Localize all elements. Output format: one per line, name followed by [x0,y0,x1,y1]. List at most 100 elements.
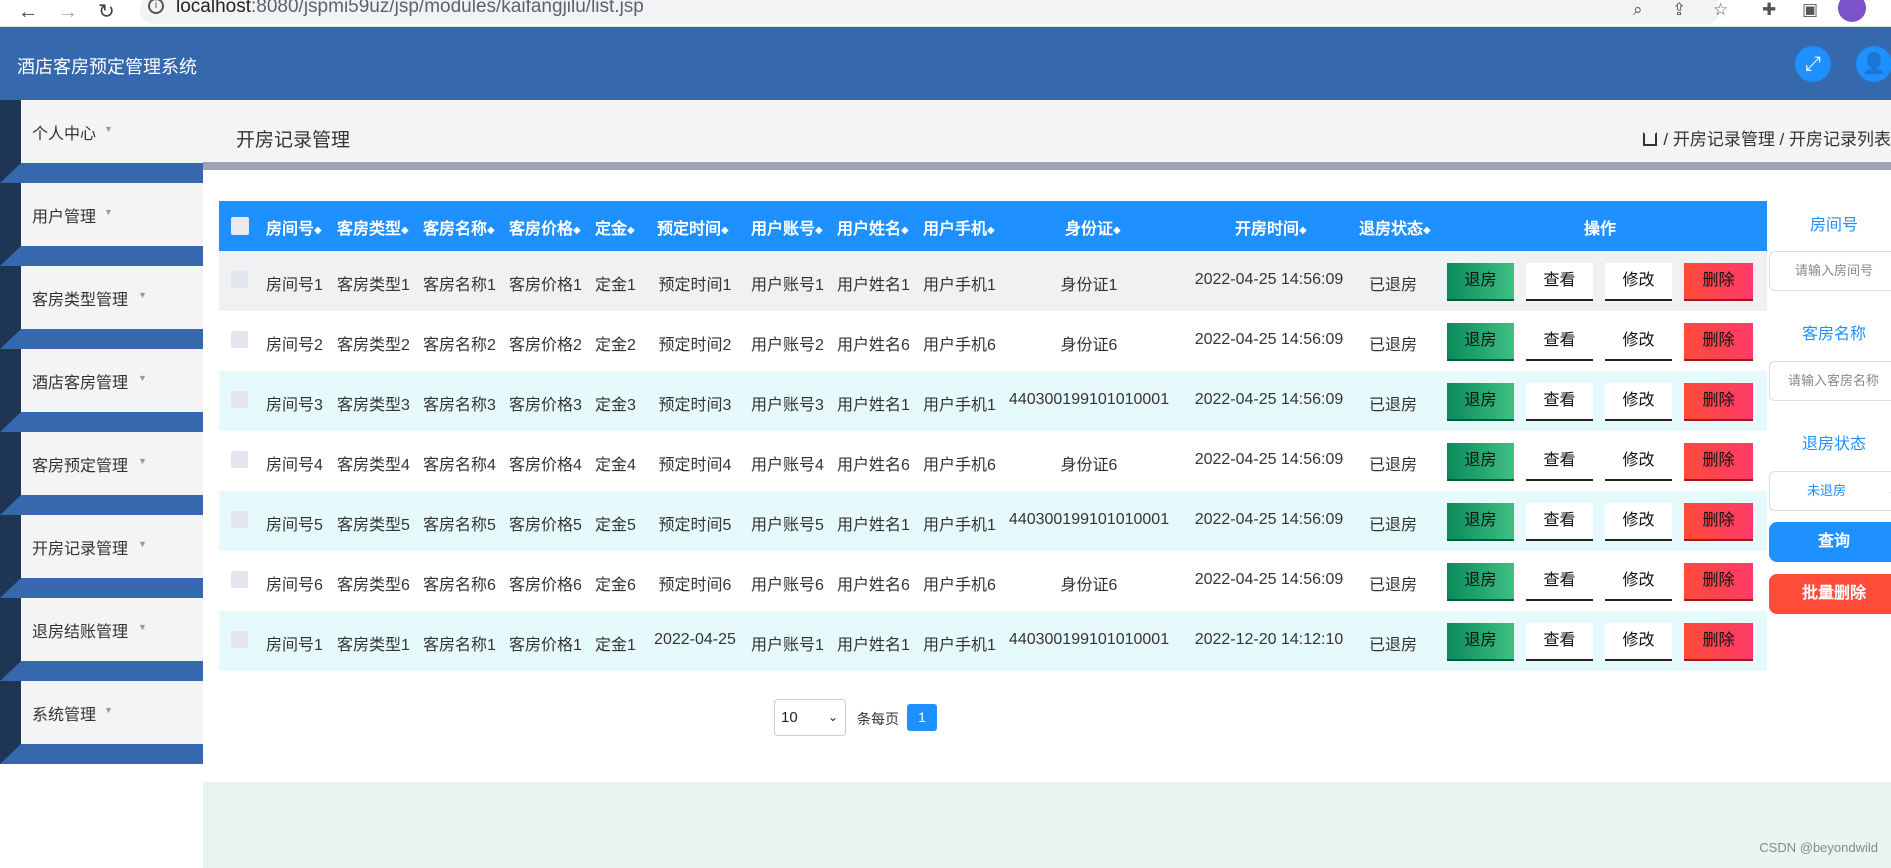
url-text[interactable]: localhost:8080/jspmi59uz/jsp/modules/kai… [176,0,644,18]
status-label: 退房状态 [1801,436,1866,453]
column-header-user-phone[interactable]: 用户手机◆ [923,215,995,239]
sidebar-item-checkout-management[interactable]: 退房结账管理 ▼ [0,598,203,681]
fullscreen-icon[interactable]: ⤢ [1795,46,1831,82]
table-cell: 用户账号1 [751,637,824,654]
column-header-room-name[interactable]: 客房名称◆ [423,215,495,239]
column-header-user-name[interactable]: 用户姓名◆ [837,215,909,239]
checkout-button[interactable]: 退房 [1447,623,1514,661]
table-cell: 客房价格6 [509,577,582,594]
caret-down-icon: ▼ [138,373,147,383]
sidebar-item-user-management[interactable]: 用户管理 ▼ [0,183,203,266]
table-cell: 定金4 [595,457,636,474]
caret-down-icon: ▼ [138,622,147,632]
table-cell: 房间号4 [266,457,323,474]
delete-button[interactable]: 删除 [1684,323,1753,361]
row-checkbox[interactable] [231,271,248,288]
back-icon[interactable]: ← [18,2,38,22]
edit-button[interactable]: 修改 [1605,503,1672,541]
checkout-button[interactable]: 退房 [1447,503,1514,541]
share-icon[interactable]: ⇪ [1672,0,1686,20]
column-header-user-account[interactable]: 用户账号◆ [751,215,823,239]
table-cell: 定金6 [595,577,636,594]
table-cell: 用户账号2 [751,337,824,354]
sidebar: 个人中心 ▼ 用户管理 ▼ 客房类型管理 ▼ 酒店客房管理 ▼ 客房预定管理 ▼… [0,100,203,768]
checkout-button[interactable]: 退房 [1447,263,1514,301]
sidebar-item-booking-management[interactable]: 客房预定管理 ▼ [0,432,203,515]
edit-button[interactable]: 修改 [1605,383,1672,421]
column-header-checkin-time[interactable]: 开房时间◆ [1235,215,1307,239]
status-select[interactable]: 未退房⌄ [1769,471,1891,511]
column-header-room-no[interactable]: 房间号◆ [266,215,322,239]
breadcrumb-text[interactable]: / 开房记录管理 / 开房记录列表 [1663,130,1891,149]
profile-avatar[interactable] [1838,0,1866,22]
edit-button[interactable]: 修改 [1605,563,1672,601]
table-cell: 用户手机6 [923,577,996,594]
delete-button[interactable]: 删除 [1684,383,1753,421]
star-icon[interactable]: ☆ [1713,0,1728,20]
reload-icon[interactable]: ↻ [98,2,115,22]
breadcrumb: / 开房记录管理 / 开房记录列表 [1643,125,1891,150]
row-checkbox[interactable] [231,511,248,528]
page-title: 开房记录管理 [236,130,351,151]
delete-button[interactable]: 删除 [1684,503,1753,541]
home-icon[interactable] [1643,132,1658,146]
sidepanel-icon[interactable]: ▣ [1802,0,1818,20]
caret-down-icon: ▼ [138,290,147,300]
table-cell: 用户手机1 [923,277,996,294]
column-header-room-type[interactable]: 客房类型◆ [337,215,409,239]
row-checkbox[interactable] [231,571,248,588]
edit-button[interactable]: 修改 [1605,443,1672,481]
sidebar-item-personal-center[interactable]: 个人中心 ▼ [0,100,203,183]
view-button[interactable]: 查看 [1526,503,1593,541]
sidebar-item-system-management[interactable]: 系统管理 ▼ [0,681,203,764]
sidebar-item-room-type-management[interactable]: 客房类型管理 ▼ [0,266,203,349]
view-button[interactable]: 查看 [1526,623,1593,661]
edit-button[interactable]: 修改 [1605,263,1672,301]
sidebar-item-checkin-records[interactable]: 开房记录管理 ▼ [0,515,203,598]
view-button[interactable]: 查看 [1526,263,1593,301]
room-name-input[interactable]: 请输入客房名称 [1769,361,1891,401]
room-no-input[interactable]: 请输入房间号 [1769,251,1891,291]
checkout-button[interactable]: 退房 [1447,443,1514,481]
query-button[interactable]: 查询 [1769,522,1891,562]
caret-down-icon: ▼ [138,456,147,466]
batch-delete-button[interactable]: 批量删除 [1769,574,1891,614]
page-button-current[interactable]: 1 [907,704,937,731]
delete-button[interactable]: 删除 [1684,263,1753,301]
checkout-button[interactable]: 退房 [1447,323,1514,361]
extensions-icon[interactable]: ✚ [1762,0,1776,20]
zoom-icon[interactable]: ⌕ [1633,0,1643,20]
column-header-id-card[interactable]: 身份证◆ [1065,215,1121,239]
view-button[interactable]: 查看 [1526,443,1593,481]
column-header-booking-time[interactable]: 预定时间◆ [657,215,729,239]
table-cell: 用户姓名6 [837,337,910,354]
page-size-select[interactable]: 10 ⌄ [774,699,846,736]
edit-button[interactable]: 修改 [1605,323,1672,361]
checkout-button[interactable]: 退房 [1447,383,1514,421]
delete-button[interactable]: 删除 [1684,563,1753,601]
delete-button[interactable]: 删除 [1684,623,1753,661]
user-icon[interactable]: 👤 [1856,46,1891,82]
delete-button[interactable]: 删除 [1684,443,1753,481]
view-button[interactable]: 查看 [1526,323,1593,361]
table-cell: 客房名称5 [423,517,496,534]
select-all-checkbox[interactable] [231,217,249,235]
row-checkbox[interactable] [231,451,248,468]
table-cell: 客房类型6 [337,577,410,594]
table-cell: 用户姓名1 [837,277,910,294]
column-header-checkout-status[interactable]: 退房状态◆ [1359,215,1431,239]
row-checkbox[interactable] [231,331,248,348]
sidebar-item-hotel-room-management[interactable]: 酒店客房管理 ▼ [0,349,203,432]
forward-icon[interactable]: → [58,2,78,22]
edit-button[interactable]: 修改 [1605,623,1672,661]
column-header-room-price[interactable]: 客房价格◆ [509,215,581,239]
view-button[interactable]: 查看 [1526,383,1593,421]
column-header-deposit[interactable]: 定金◆ [595,215,635,239]
checkout-button[interactable]: 退房 [1447,563,1514,601]
row-checkbox[interactable] [231,631,248,648]
page-header: 开房记录管理 / 开房记录管理 / 开房记录列表 [203,100,1891,162]
row-checkbox[interactable] [231,391,248,408]
table-header: 房间号◆ 客房类型◆ 客房名称◆ 客房价格◆ 定金◆ 预定时间◆ 用户账号◆ 用… [219,201,1767,251]
sidebar-item-label: 客房类型管理 [32,292,129,309]
view-button[interactable]: 查看 [1526,563,1593,601]
